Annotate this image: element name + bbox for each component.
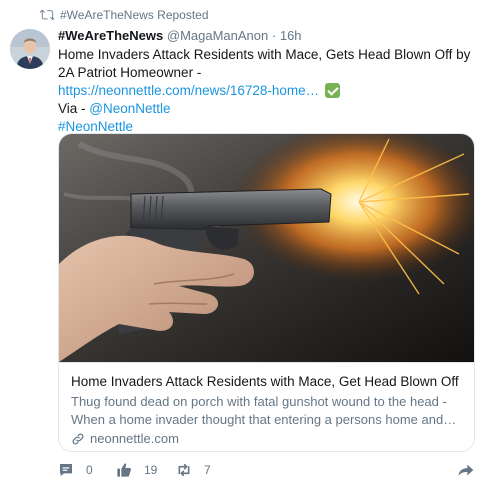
tweet-actions: 0 19 7 xyxy=(58,462,478,480)
reply-button[interactable]: 0 xyxy=(58,462,93,478)
card-title[interactable]: Home Invaders Attack Residents with Mace… xyxy=(71,373,462,391)
card-domain-label: neonnettle.com xyxy=(90,431,179,446)
separator-dot: · xyxy=(271,28,277,43)
via-handle-link[interactable]: @NeonNettle xyxy=(89,101,170,116)
card-domain[interactable]: neonnettle.com xyxy=(71,431,179,446)
comment-icon xyxy=(58,462,74,478)
share-arrow-icon xyxy=(458,462,474,478)
timestamp[interactable]: 16h xyxy=(280,28,302,43)
repost-context[interactable]: #WeAreTheNews Reposted xyxy=(39,7,209,23)
tweet-header: #WeAreTheNews @MagaManAnon · 16h xyxy=(58,27,478,45)
tweet-headline: Home Invaders Attack Residents with Mace… xyxy=(58,47,471,80)
repost-label: #WeAreTheNews Reposted xyxy=(60,8,209,22)
link-preview-card[interactable]: Home Invaders Attack Residents with Mace… xyxy=(58,133,475,452)
tweet-content: #WeAreTheNews @MagaManAnon · 16h Home In… xyxy=(58,27,478,136)
share-button[interactable] xyxy=(458,462,474,478)
repost-count: 7 xyxy=(204,463,211,477)
reply-count: 0 xyxy=(86,463,93,477)
like-button[interactable]: 19 xyxy=(116,462,157,478)
card-image xyxy=(59,134,474,362)
like-count: 19 xyxy=(144,463,158,477)
user-handle[interactable]: @MagaManAnon xyxy=(167,28,268,43)
thumbs-up-icon xyxy=(116,462,132,478)
repost-button[interactable]: 7 xyxy=(176,462,211,478)
link-icon xyxy=(71,432,85,446)
tweet-url-link[interactable]: https://neonnettle.com/news/16728-home… xyxy=(58,83,319,98)
display-name[interactable]: #WeAreTheNews xyxy=(58,28,163,43)
repost-icon xyxy=(176,462,192,478)
white-heavy-check-mark-icon xyxy=(324,83,340,98)
tweet-text: Home Invaders Attack Residents with Mace… xyxy=(58,46,478,136)
card-description: Thug found dead on porch with fatal guns… xyxy=(71,394,457,427)
via-label: Via - xyxy=(58,101,86,116)
avatar[interactable] xyxy=(10,29,50,69)
repost-icon xyxy=(39,8,56,22)
hashtag-link[interactable]: #NeonNettle xyxy=(58,119,133,134)
card-body: Home Invaders Attack Residents with Mace… xyxy=(59,362,474,451)
